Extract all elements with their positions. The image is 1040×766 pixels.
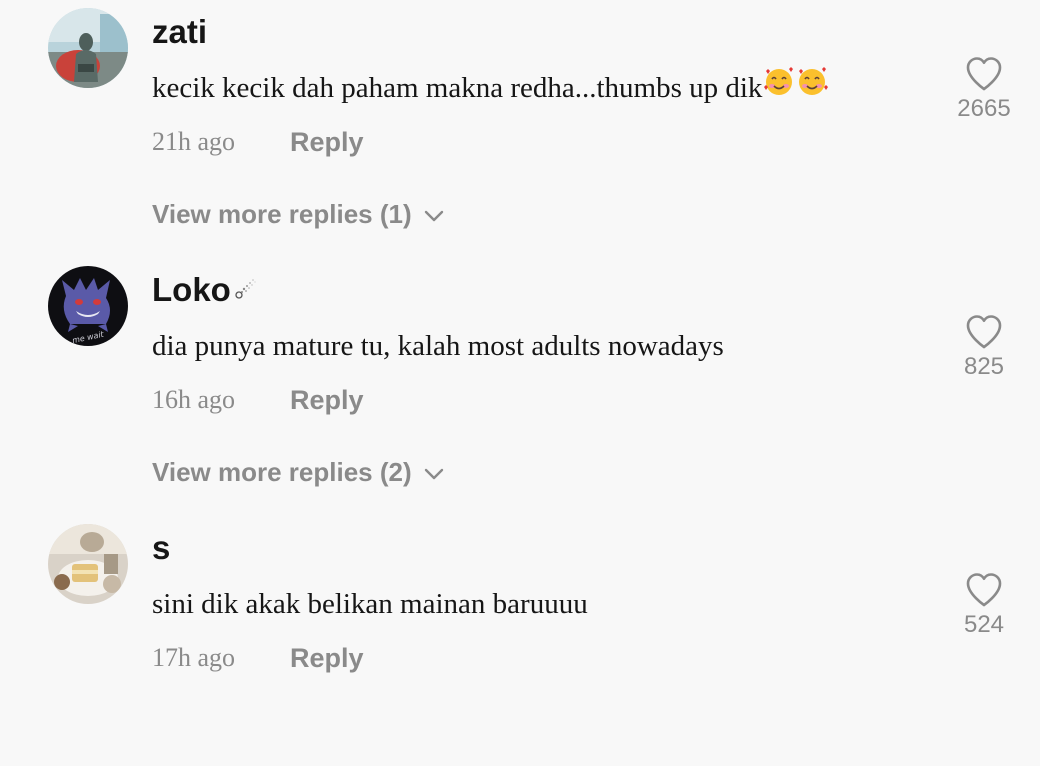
username[interactable]: Loko xyxy=(152,268,259,314)
comment-text: kecik kecik dah paham makna redha...thum… xyxy=(152,65,829,113)
comment-text: dia punya mature tu, kalah most adults n… xyxy=(152,330,724,362)
like-button[interactable]: 524 xyxy=(944,572,1024,640)
reply-button[interactable]: Reply xyxy=(290,382,364,418)
reply-button[interactable]: Reply xyxy=(290,640,364,676)
comment-item: zati kecik kecik dah paham makna redha..… xyxy=(0,0,1040,250)
comment-text-body: kecik kecik dah paham makna redha...thum… xyxy=(152,72,763,104)
like-button[interactable]: 825 xyxy=(944,314,1024,382)
reply-button[interactable]: Reply xyxy=(290,124,364,160)
heart-icon xyxy=(966,573,1002,607)
comet-sparkle-icon xyxy=(233,268,259,312)
view-more-replies-button[interactable]: View more replies (1) xyxy=(152,196,444,234)
username-label: Loko xyxy=(152,271,231,308)
comment-timestamp: 16h ago xyxy=(152,385,236,414)
like-button[interactable]: 2665 xyxy=(944,56,1024,124)
avatar-photo-icon xyxy=(48,524,128,604)
heart-icon xyxy=(966,57,1002,91)
smiling-face-with-hearts-icon xyxy=(763,65,795,110)
username[interactable]: zati xyxy=(152,10,207,54)
heart-icon xyxy=(966,315,1002,349)
smiling-face-with-hearts-icon xyxy=(796,65,829,110)
avatar[interactable] xyxy=(48,8,128,88)
chevron-down-icon xyxy=(424,195,444,231)
avatar[interactable] xyxy=(48,524,128,604)
like-count: 2665 xyxy=(957,95,1011,122)
like-count: 825 xyxy=(963,353,1005,380)
avatar[interactable]: me wait xyxy=(48,266,128,346)
like-count: 524 xyxy=(963,611,1005,638)
comment-text: sini dik akak belikan mainan baruuuu xyxy=(152,588,588,620)
view-more-replies-button[interactable]: View more replies (2) xyxy=(152,454,444,492)
view-more-replies-label: View more replies (2) xyxy=(152,457,412,487)
comment-timestamp: 17h ago xyxy=(152,643,236,672)
view-more-replies-label: View more replies (1) xyxy=(152,199,412,229)
avatar-ghost-icon: me wait xyxy=(48,266,128,346)
comment-item: s sini dik akak belikan mainan baruuuu 1… xyxy=(0,516,1040,766)
avatar-photo-icon xyxy=(48,8,128,88)
chevron-down-icon xyxy=(424,453,444,489)
comment-timestamp: 21h ago xyxy=(152,127,236,156)
comment-item: me wait Loko dia punya mature tu, kalah … xyxy=(0,258,1040,508)
username[interactable]: s xyxy=(152,526,170,570)
